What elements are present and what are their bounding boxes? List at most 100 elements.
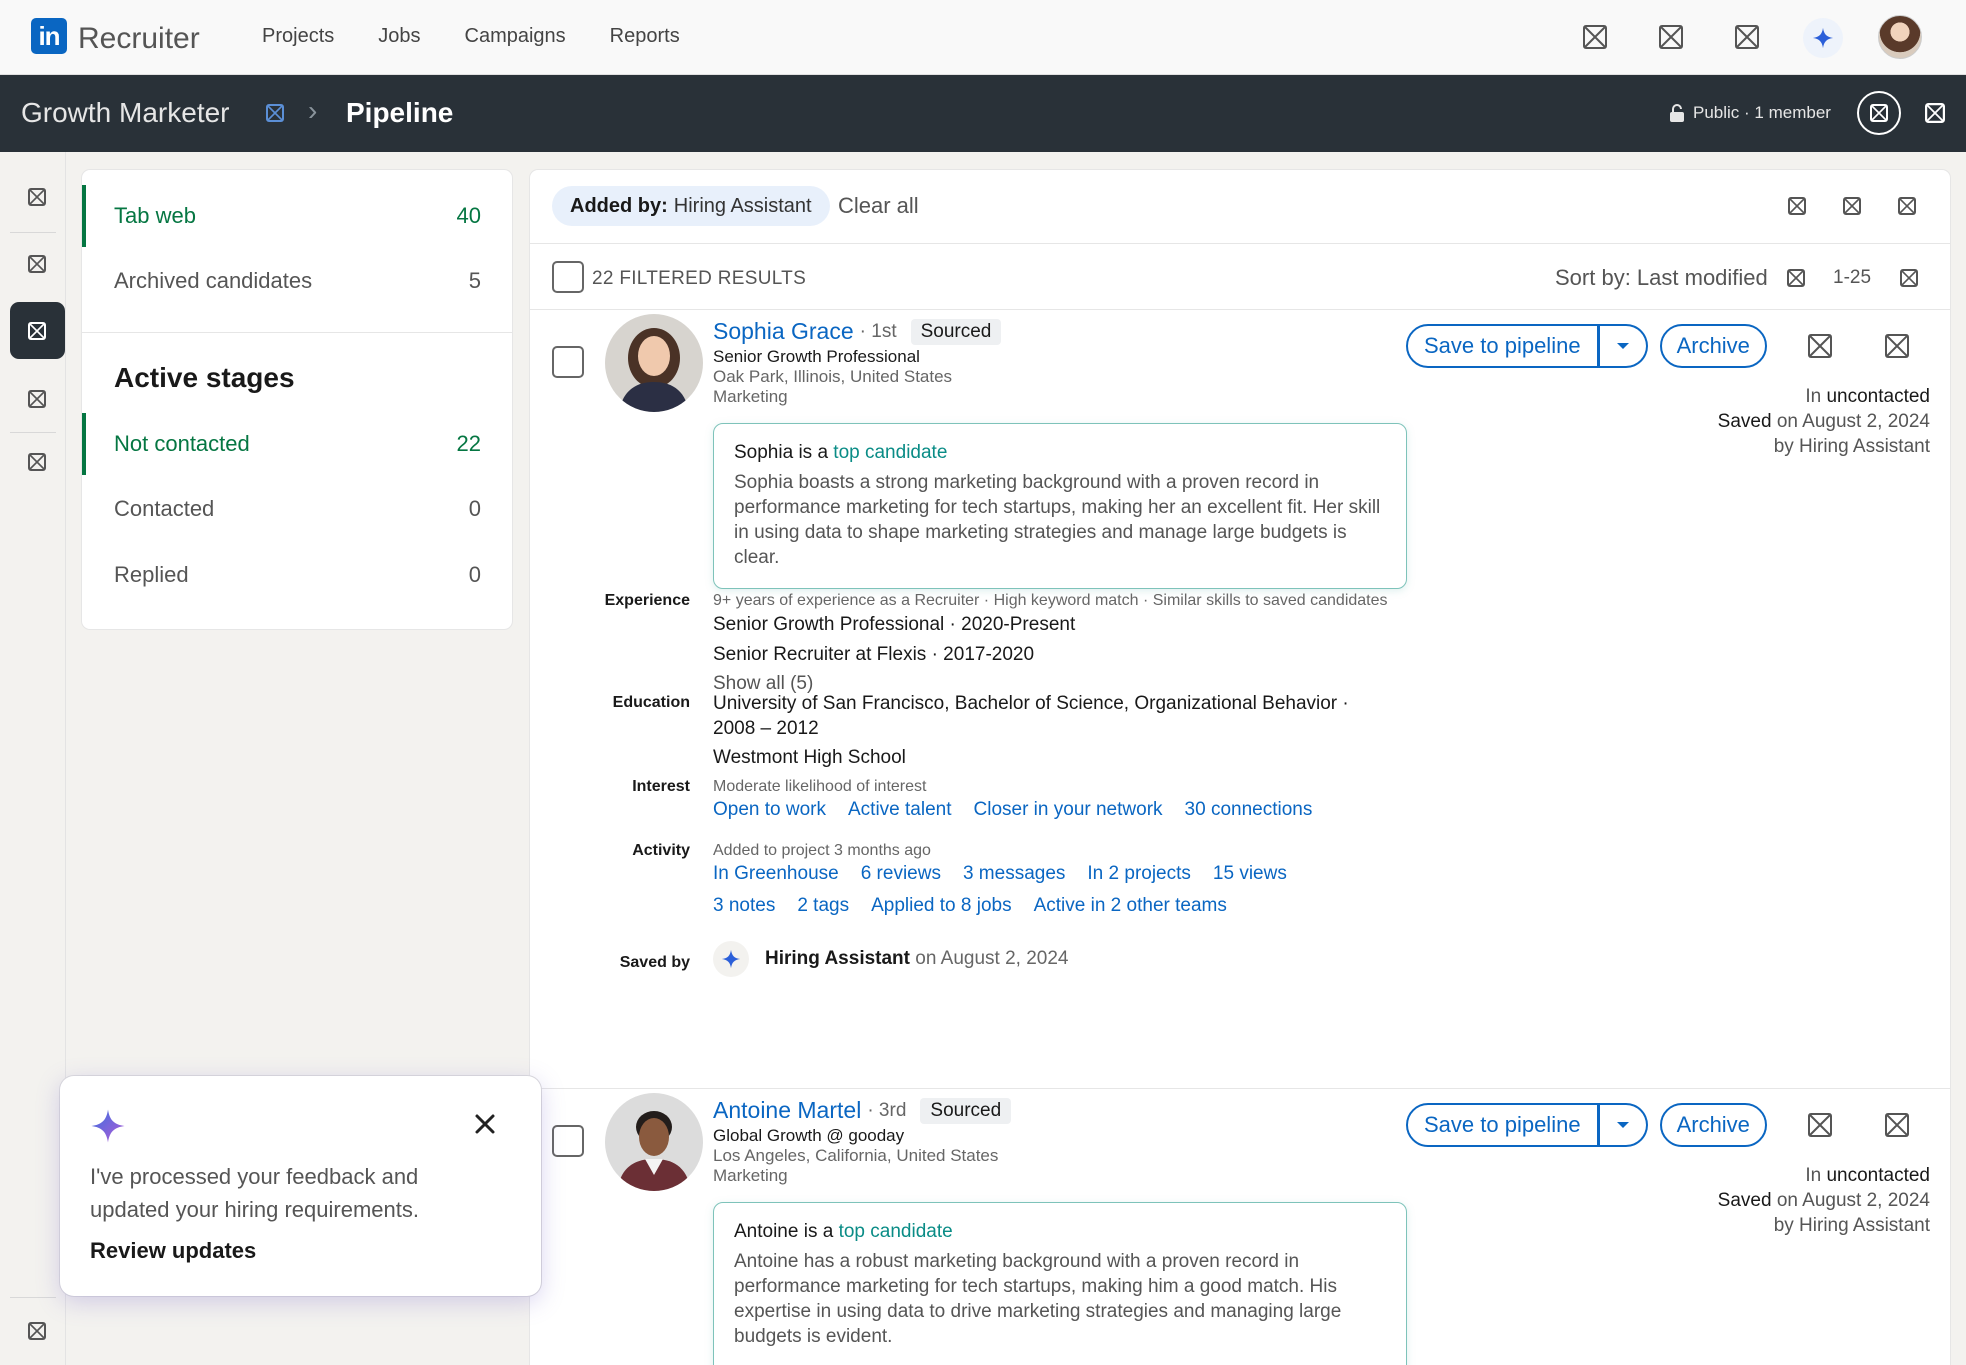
- candidate-photo[interactable]: [605, 314, 703, 412]
- message-candidate-icon[interactable]: [1807, 333, 1833, 359]
- activity-link[interactable]: 6 reviews: [861, 863, 941, 885]
- stage-tab-web[interactable]: Tab web 40: [82, 185, 512, 247]
- linkedin-logo[interactable]: in: [31, 18, 67, 54]
- status-by: by Hiring Assistant: [1773, 1215, 1930, 1236]
- rail-bottom-icon[interactable]: [28, 1322, 46, 1340]
- activity-link[interactable]: 2 tags: [797, 895, 849, 917]
- interest-link[interactable]: Closer in your network: [974, 799, 1163, 821]
- save-to-pipeline-button[interactable]: Save to pipeline: [1406, 1103, 1599, 1147]
- chevron-down-icon: [1616, 1122, 1629, 1128]
- candidate-headline: Global Growth @ gooday: [713, 1126, 905, 1145]
- pagination-next-icon[interactable]: [1900, 269, 1918, 287]
- view-icon[interactable]: [1843, 197, 1861, 215]
- status-in-prefix: In: [1805, 1165, 1822, 1186]
- education-dates: 2008 – 2012: [713, 718, 819, 739]
- activity-link[interactable]: Active in 2 other teams: [1034, 895, 1227, 917]
- experience-item: Senior Growth Professional · 2020-Presen…: [713, 614, 1076, 635]
- activity-link[interactable]: In 2 projects: [1087, 863, 1191, 885]
- saved-by-date: on August 2, 2024: [915, 948, 1069, 969]
- rail-item-4-icon[interactable]: [28, 390, 46, 408]
- activity-link[interactable]: 3 messages: [963, 863, 1065, 885]
- close-icon[interactable]: [473, 1112, 497, 1136]
- select-all-checkbox[interactable]: [552, 261, 584, 293]
- sort-dropdown[interactable]: Sort by: Last modified: [1555, 265, 1768, 291]
- assistant-toast: I've processed your feedback and updated…: [60, 1076, 541, 1296]
- stage-replied[interactable]: Replied 0: [82, 544, 512, 606]
- interest-summary: Moderate likelihood of interest: [713, 778, 927, 795]
- pagination-range: 1-25: [1833, 267, 1872, 288]
- chevron-down-icon: [1616, 343, 1629, 349]
- candidate-status: In uncontacted Saved on August 2, 2024 b…: [1718, 1163, 1930, 1238]
- candidate-checkbox[interactable]: [552, 346, 584, 378]
- nav-projects[interactable]: Projects: [262, 25, 334, 48]
- notifications-icon[interactable]: [1658, 24, 1684, 50]
- product-name: Recruiter: [78, 22, 200, 55]
- message-candidate-icon[interactable]: [1807, 1112, 1833, 1138]
- rail-divider: [10, 1297, 56, 1298]
- activity-link[interactable]: In Greenhouse: [713, 863, 839, 885]
- candidate-location: Los Angeles, California, United States: [713, 1146, 999, 1165]
- left-rail: [0, 152, 66, 1365]
- interest-link[interactable]: 30 connections: [1185, 799, 1313, 821]
- stage-archived[interactable]: Archived candidates 5: [82, 250, 512, 312]
- sparkle-icon: [90, 1108, 126, 1144]
- rail-item-1-icon[interactable]: [28, 188, 46, 206]
- show-all-experience-link[interactable]: Show all (5): [713, 673, 813, 695]
- filter-icon[interactable]: [1788, 197, 1806, 215]
- candidate-name[interactable]: Antoine Martel: [713, 1097, 861, 1124]
- rail-item-5-icon[interactable]: [28, 453, 46, 471]
- save-dropdown-button[interactable]: [1598, 1103, 1648, 1147]
- candidate-photo[interactable]: [605, 1093, 703, 1191]
- top-candidate-prefix: Sophia is a: [734, 442, 829, 463]
- user-avatar[interactable]: [1878, 15, 1922, 59]
- messages-icon[interactable]: [1582, 24, 1608, 50]
- activity-link[interactable]: 15 views: [1213, 863, 1287, 885]
- nav-jobs[interactable]: Jobs: [378, 25, 420, 48]
- save-to-pipeline-button[interactable]: Save to pipeline: [1406, 324, 1599, 368]
- results-bar: 22 FILTERED RESULTS Sort by: Last modifi…: [530, 245, 1950, 310]
- status-saved: Saved: [1717, 1190, 1772, 1211]
- save-dropdown-button[interactable]: [1598, 324, 1648, 368]
- clear-all-button[interactable]: Clear all: [838, 193, 919, 219]
- more-candidate-icon[interactable]: [1884, 333, 1910, 359]
- top-candidate-link[interactable]: top candidate: [833, 442, 947, 463]
- stages-panel: Tab web 40 Archived candidates 5 Active …: [82, 170, 512, 629]
- more-candidate-icon[interactable]: [1884, 1112, 1910, 1138]
- lock-icon: [1670, 104, 1684, 122]
- sort-icon[interactable]: [1787, 269, 1805, 287]
- project-settings-icon[interactable]: [1925, 103, 1945, 123]
- filter-chip-added-by[interactable]: Added by: Hiring Assistant: [552, 186, 830, 226]
- hiring-assistant-sparkle-button[interactable]: [1803, 18, 1843, 58]
- archive-button[interactable]: Archive: [1659, 1103, 1767, 1147]
- connection-degree: · 1st: [859, 320, 897, 342]
- nav-campaigns[interactable]: Campaigns: [465, 25, 566, 48]
- interest-link[interactable]: Active talent: [848, 799, 952, 821]
- visibility-status[interactable]: Public · 1 member: [1669, 103, 1831, 123]
- stage-not-contacted[interactable]: Not contacted 22: [82, 413, 512, 475]
- candidate-checkbox[interactable]: [552, 1125, 584, 1157]
- top-candidate-link[interactable]: top candidate: [839, 1221, 953, 1242]
- breadcrumb-project[interactable]: Growth Marketer: [21, 97, 230, 129]
- nav-reports[interactable]: Reports: [610, 25, 680, 48]
- toast-message: I've processed your feedback and updated…: [90, 1164, 419, 1222]
- rail-item-3-icon[interactable]: [28, 322, 46, 340]
- more-icon[interactable]: [1898, 197, 1916, 215]
- activity-link[interactable]: Applied to 8 jobs: [871, 895, 1012, 917]
- interest-links: Open to work Active talent Closer in you…: [713, 799, 1312, 821]
- card-divider: [530, 1088, 1950, 1089]
- activity-link[interactable]: 3 notes: [713, 895, 775, 917]
- review-updates-link[interactable]: Review updates: [90, 1238, 256, 1264]
- candidate-name[interactable]: Sophia Grace: [713, 318, 854, 345]
- help-icon[interactable]: [1734, 24, 1760, 50]
- rail-item-2-icon[interactable]: [28, 255, 46, 273]
- stage-contacted[interactable]: Contacted 0: [82, 478, 512, 540]
- activity-links: In Greenhouse 6 reviews 3 messages In 2 …: [713, 863, 1287, 885]
- stage-label: Tab web: [114, 203, 196, 228]
- edit-icon[interactable]: [266, 104, 284, 122]
- project-more-button[interactable]: [1857, 91, 1901, 135]
- archive-button[interactable]: Archive: [1659, 324, 1767, 368]
- visibility-label: Public · 1 member: [1693, 103, 1831, 122]
- connection-degree: · 3rd: [867, 1099, 907, 1121]
- interest-link[interactable]: Open to work: [713, 799, 826, 821]
- education-item: University of San Francisco, Bachelor of…: [713, 693, 1349, 714]
